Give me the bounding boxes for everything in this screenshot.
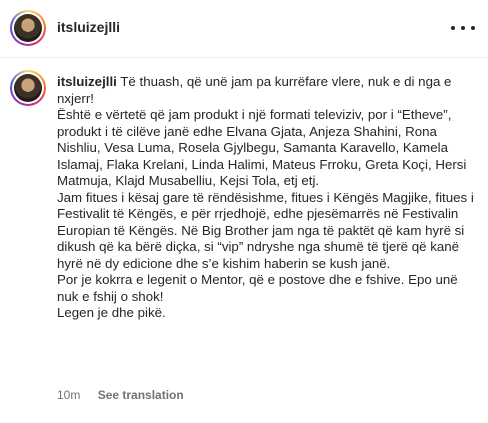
more-horizontal-icon[interactable] [451, 20, 475, 36]
post-header: itsluizejlli [0, 0, 488, 58]
header-username[interactable]: itsluizejlli [57, 19, 120, 35]
comment-content: Të thuash, që unë jam pa kurrëfare vlere… [57, 74, 474, 320]
avatar[interactable] [10, 10, 46, 46]
timestamp: 10m [57, 388, 81, 402]
comment-username[interactable]: itsluizejlli [57, 74, 117, 89]
comment-avatar[interactable] [10, 70, 46, 106]
comment-meta: 10m See translation [57, 388, 184, 402]
avatar-photo [14, 74, 42, 102]
comment-text: itsluizejlli Të thuash, që unë jam pa ku… [57, 74, 477, 322]
avatar-photo [14, 14, 42, 42]
see-translation-link[interactable]: See translation [98, 388, 184, 402]
